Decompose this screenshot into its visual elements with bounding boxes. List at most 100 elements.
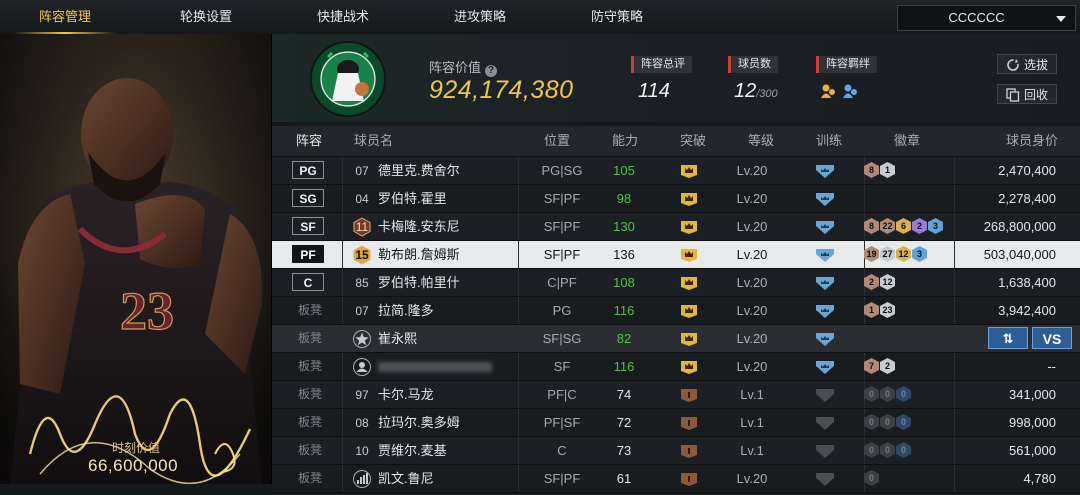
training-cell[interactable] <box>815 415 835 434</box>
training-cell[interactable] <box>815 191 835 210</box>
training-crown-icon <box>816 193 834 206</box>
badge-list[interactable]: 2 12 <box>864 274 896 292</box>
training-cell[interactable] <box>815 303 835 322</box>
table-row[interactable]: 板凳 崔永熙 SF|SG 82 Lv.20 ⇅ VS <box>272 325 1080 353</box>
player-name[interactable]: 凯文.鲁尼 <box>378 465 434 492</box>
badge-list[interactable]: 000 <box>864 414 912 432</box>
table-row[interactable]: C 85 罗伯特.帕里什 C|PF 108 Lv.20 2 12 1,638,400 <box>272 269 1080 297</box>
swap-button[interactable]: ⇅ <box>988 327 1028 349</box>
slot-badge[interactable]: PG <box>292 161 324 179</box>
player-name[interactable]: 罗伯特.帕里什 <box>378 269 460 296</box>
tab-offense[interactable]: 进攻策略 <box>415 0 545 34</box>
select-player-button[interactable]: 选拔 <box>997 54 1057 74</box>
col-position[interactable]: 位置 <box>544 126 570 156</box>
player-ability: 105 <box>613 163 635 178</box>
overall-rating-label: 阵容总评 <box>631 56 692 73</box>
table-row[interactable]: PF 15 勒布朗.詹姆斯 SF|PF 136 Lv.20 19 27 12 3 503,040,0… <box>272 241 1080 269</box>
training-cell[interactable] <box>815 163 835 182</box>
slot-badge[interactable]: C <box>292 273 324 291</box>
badge-list[interactable]: 000 <box>864 442 912 460</box>
player-name[interactable]: 拉简.隆多 <box>378 297 434 324</box>
player-ability: 82 <box>616 331 632 346</box>
training-cell[interactable] <box>815 275 835 294</box>
badge-list[interactable]: 1 23 <box>864 302 896 320</box>
col-player-name[interactable]: 球员名 <box>354 126 393 156</box>
breakthrough-cell[interactable] <box>680 275 698 294</box>
player-name[interactable]: 罗伯特.霍里 <box>378 185 447 212</box>
col-level[interactable]: 等级 <box>748 126 774 156</box>
breakthrough-cell[interactable] <box>680 331 698 350</box>
table-row[interactable]: 板凳 10 贾维尔.麦基 C 73 Lv.1 0 0 0 561,000 <box>272 437 1080 465</box>
crown-shield-icon <box>681 333 697 346</box>
table-row[interactable]: 板凳 97 卡尔.马龙 PF|C 74 Lv.1 0 0 0 341,000 <box>272 381 1080 409</box>
slot-badge[interactable]: SF <box>292 217 324 235</box>
badge-list[interactable]: 000 <box>864 386 912 404</box>
column-divider <box>518 353 519 380</box>
column-divider <box>342 409 343 436</box>
table-row[interactable]: 板凳 凯文.鲁尼 SF|PF 61 Lv.20 0 4,780 <box>272 465 1080 493</box>
badge-list[interactable]: 72 <box>864 358 896 376</box>
compare-vs-button[interactable]: VS <box>1032 327 1072 349</box>
tab-rotation[interactable]: 轮换设置 <box>141 0 271 34</box>
team-select-dropdown[interactable]: CCCCCC <box>897 5 1076 31</box>
table-row[interactable]: PG 07 德里克.费舍尔 PG|SG 105 Lv.20 8 1 2,470,400 <box>272 157 1080 185</box>
player-card[interactable]: 23 时刻价值 66,600,000 <box>0 34 272 484</box>
player-name[interactable]: 德里克.费舍尔 <box>378 157 460 184</box>
breakthrough-cell[interactable] <box>680 387 698 406</box>
breakthrough-cell[interactable] <box>680 163 698 182</box>
table-row[interactable]: 板凳 08 拉玛尔.奥多姆 PF|SF 72 Lv.1 0 0 0 998,000 <box>272 409 1080 437</box>
training-cell[interactable] <box>815 247 835 266</box>
training-cell[interactable] <box>815 219 835 238</box>
breakthrough-cell[interactable] <box>680 247 698 266</box>
breakthrough-cell[interactable] <box>680 415 698 434</box>
player-name[interactable]: 卡尔.马龙 <box>378 381 434 408</box>
breakthrough-cell[interactable] <box>680 191 698 210</box>
player-ability: 72 <box>616 415 632 430</box>
breakthrough-cell[interactable] <box>680 443 698 462</box>
slot-badge[interactable]: SG <box>292 189 324 207</box>
player-market-value: 2,470,400 <box>998 163 1056 178</box>
player-level: Lv.20 <box>736 219 768 234</box>
training-cell[interactable] <box>815 471 835 490</box>
table-row[interactable]: 板凳 07 拉简.隆多 PG 116 Lv.20 1 23 3,942,400 <box>272 297 1080 325</box>
badge-list[interactable]: 81 <box>864 162 896 180</box>
person-icon <box>352 357 372 377</box>
recycle-player-button[interactable]: 回收 <box>997 84 1057 104</box>
player-name[interactable]: 拉玛尔.奥多姆 <box>378 409 460 436</box>
breakthrough-cell[interactable] <box>680 219 698 238</box>
table-row[interactable]: SG 04 罗伯特.霍里 SF|PF 98 Lv.20 2,278,400 <box>272 185 1080 213</box>
col-ability[interactable]: 能力 <box>612 126 638 156</box>
column-divider <box>518 269 519 296</box>
column-divider <box>342 185 343 212</box>
col-player-value[interactable]: 球员身价 <box>1006 126 1058 156</box>
table-row[interactable]: SF 11 卡梅隆.安东尼 SF|PF 130 Lv.20 8 22 6 2 3 268,800,00… <box>272 213 1080 241</box>
badge-empty-icon: 0 <box>864 414 879 430</box>
training-cell[interactable] <box>815 359 835 378</box>
training-cell[interactable] <box>815 387 835 406</box>
player-name[interactable]: 崔永熙 <box>378 325 417 352</box>
badge-list[interactable]: 19 27 12 3 <box>864 246 928 264</box>
badge-silver-icon: 23 <box>880 302 895 318</box>
player-name[interactable]: 贾维尔.麦基 <box>378 437 447 464</box>
player-name[interactable]: 卡梅隆.安东尼 <box>378 213 460 240</box>
slot-badge[interactable]: PF <box>292 245 324 263</box>
training-cell[interactable] <box>815 331 835 350</box>
col-training[interactable]: 训练 <box>816 126 842 156</box>
table-row[interactable]: 板凳 SF 116 Lv.20 7 2 -- <box>272 353 1080 381</box>
tab-defense[interactable]: 防守策略 <box>552 0 682 34</box>
breakthrough-cell[interactable] <box>680 303 698 322</box>
player-market-value: 1,638,400 <box>998 275 1056 290</box>
badge-list[interactable]: 0 <box>864 470 880 488</box>
refresh-icon <box>1007 59 1019 71</box>
bond-icon[interactable] <box>819 81 859 101</box>
tab-lineup[interactable]: 阵容管理 <box>0 0 130 34</box>
jersey-number-1: 04 <box>355 192 369 206</box>
breakthrough-cell[interactable] <box>680 359 698 378</box>
tab-quick-tactics[interactable]: 快捷战术 <box>278 0 408 34</box>
col-slot[interactable]: 阵容 <box>296 126 322 156</box>
player-name[interactable]: 勒布朗.詹姆斯 <box>378 241 460 268</box>
col-badges[interactable]: 徽章 <box>894 126 920 156</box>
col-breakthrough[interactable]: 突破 <box>680 126 706 156</box>
breakthrough-cell[interactable] <box>680 471 698 490</box>
training-cell[interactable] <box>815 443 835 462</box>
